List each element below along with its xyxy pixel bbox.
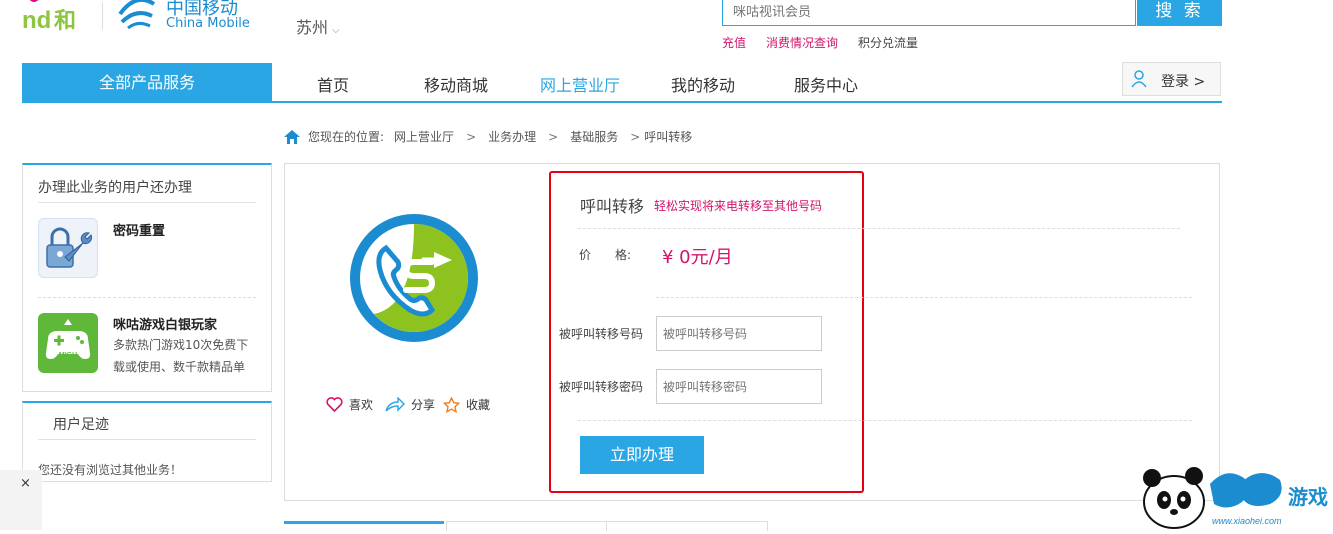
chevron-down-icon: ⌵ [332, 25, 340, 36]
tab-active[interactable] [284, 521, 444, 533]
divider [38, 297, 256, 298]
footprint-empty-note: 您还没有浏览过其他业务！ [38, 463, 183, 477]
svg-text:nd: nd [22, 7, 51, 34]
panda-mascot-icon: 游戏 www.xiaohei.com [1143, 467, 1328, 529]
close-icon: × [20, 476, 31, 491]
nav-item-online-hall[interactable]: 网上营业厅 [540, 72, 620, 96]
forward-password-input[interactable] [656, 369, 822, 404]
forward-number-label: 被呼叫转移号码 [559, 327, 644, 341]
breadcrumb-item-current: 呼叫转移 [644, 130, 693, 144]
service-tagline: 轻松实现将来电转移至其他号码 [654, 199, 823, 213]
svg-text:和: 和 [54, 9, 76, 34]
svg-text:www.xiaohei.com: www.xiaohei.com [1212, 516, 1282, 526]
quick-link-points-exchange[interactable]: 积分兑流量 [858, 34, 918, 51]
footprint-title: 用户足迹 [53, 417, 109, 433]
search-input[interactable] [722, 0, 1136, 26]
forward-password-label: 被呼叫转移密码 [559, 380, 644, 394]
divider [656, 297, 1192, 298]
quick-link-usage-query[interactable]: 消费情况查询 [766, 34, 838, 51]
footprint-panel: 用户足迹 您还没有浏览过其他业务！ [22, 401, 272, 482]
price-label: 价 格: [579, 248, 632, 262]
divider [38, 202, 256, 203]
also-handled-panel: 办理此业务的用户还办理 密码重置 MIGU 咪咕游戏白银玩家 多款热门游戏10次… [22, 163, 272, 392]
city-selector[interactable]: 苏州 ⌵ [296, 14, 340, 38]
price-value: ¥ 0元/月 [662, 247, 733, 268]
forward-number-input[interactable] [656, 316, 822, 351]
login-button[interactable]: 登录 > [1122, 62, 1221, 96]
favorite-button[interactable]: 收藏 [443, 396, 490, 413]
like-label: 喜欢 [349, 398, 374, 412]
close-button[interactable]: × [0, 470, 42, 530]
china-mobile-emblem-icon [118, 0, 156, 30]
breadcrumb-item-business[interactable]: 业务办理 [488, 128, 536, 145]
breadcrumb: 您现在的位置: 网上营业厅 > 业务办理 > 基础服务 > 呼叫转移 [284, 128, 692, 145]
service-title: 呼叫转移 [580, 197, 645, 216]
nav-item-home[interactable]: 首页 [317, 72, 349, 96]
lock-wrench-icon[interactable] [38, 218, 98, 278]
search-button[interactable]: 搜 索 [1137, 0, 1222, 26]
breadcrumb-prefix: 您现在的位置: [308, 130, 385, 144]
xiaohei-watermark: 游戏 www.xiaohei.com [1140, 462, 1333, 530]
nav-item-mall[interactable]: 移动商城 [424, 72, 488, 96]
breadcrumb-separator: > [466, 129, 477, 144]
share-label: 分享 [411, 398, 436, 412]
share-button[interactable]: 分享 [385, 396, 435, 413]
divider [578, 420, 1192, 421]
divider [578, 228, 1180, 229]
call-forward-icon [350, 214, 478, 342]
svg-text:游戏: 游戏 [1288, 485, 1328, 509]
logo-en-text: China Mobile [166, 16, 250, 31]
nav-item-service-center[interactable]: 服务中心 [794, 72, 858, 96]
star-icon [443, 396, 460, 413]
breadcrumb-item-basic-service[interactable]: 基础服务 [570, 128, 618, 145]
product-desc-migu-game: 多款热门游戏10次免费下载或使用、数千款精品单 [113, 338, 249, 374]
submit-button[interactable]: 立即办理 [580, 436, 704, 474]
heart-icon [326, 397, 343, 412]
breadcrumb-separator: > [548, 129, 559, 144]
logo-divider [102, 2, 103, 30]
product-name-migu-game[interactable]: 咪咕游戏白银玩家 [113, 314, 217, 333]
all-products-menu[interactable]: 全部产品服务 [22, 63, 272, 102]
home-icon [284, 129, 300, 144]
divider [38, 439, 256, 440]
user-icon [1131, 70, 1147, 88]
breadcrumb-separator: > [630, 129, 641, 144]
also-handled-title: 办理此业务的用户还办理 [38, 180, 192, 196]
svg-text:MIGU: MIGU [59, 352, 77, 359]
breadcrumb-item-online-hall[interactable]: 网上营业厅 [394, 128, 454, 145]
nav-underline [22, 101, 1222, 103]
nav-item-my-mobile[interactable]: 我的移动 [671, 72, 735, 96]
like-button[interactable]: 喜欢 [326, 396, 373, 413]
favorite-label: 收藏 [466, 398, 491, 412]
share-icon [385, 397, 405, 412]
china-mobile-logo[interactable]: 中国移动 China Mobile [114, 0, 264, 34]
and-logo[interactable]: nd 和 [22, 0, 90, 34]
login-label: 登录 > [1161, 74, 1206, 90]
migu-gamepad-icon[interactable]: MIGU [38, 313, 98, 373]
city-label: 苏州 [296, 18, 329, 37]
product-name-password-reset[interactable]: 密码重置 [113, 220, 165, 239]
quick-link-recharge[interactable]: 充值 [722, 34, 746, 51]
